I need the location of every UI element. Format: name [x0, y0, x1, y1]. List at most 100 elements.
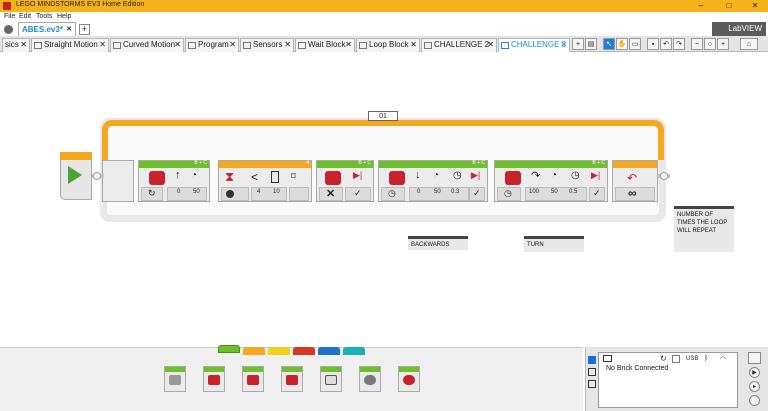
move-steering-block-backwards[interactable]: B + C ↓ ◔ ◷ ▶| ◷ 0 50 0.3 ✓	[378, 160, 488, 202]
seconds-value[interactable]: 0.5	[569, 189, 577, 195]
zoom-out-icon[interactable]: −	[691, 38, 703, 50]
compare-type-value[interactable]: 4	[257, 189, 260, 195]
comment-tool-icon[interactable]: ▭	[629, 38, 641, 50]
mode-selector[interactable]: ◷	[381, 187, 405, 201]
project-close-icon[interactable]: ✕	[66, 23, 72, 36]
loop-mode-selector[interactable]: ∞	[615, 186, 655, 201]
tab-close-icon[interactable]: ✕	[560, 39, 567, 51]
tab-close-icon[interactable]: ✕	[410, 39, 417, 51]
wait-sensor-block[interactable]: 4 ⧗ < ⌑ 4 10	[218, 160, 312, 202]
refresh-icon[interactable]: ↻	[660, 354, 667, 363]
tab-close-icon[interactable]: ✕	[345, 39, 352, 51]
steering-value[interactable]: 0	[417, 189, 420, 195]
tab-sensors[interactable]: Sensors ✕	[240, 38, 294, 52]
palette-large-motor[interactable]	[203, 366, 225, 392]
lobby-home-icon[interactable]	[4, 25, 13, 34]
brick-info-tab-icon[interactable]	[588, 356, 596, 364]
project-properties-icon[interactable]: ▤	[585, 38, 597, 50]
tab-loop-block[interactable]: Loop Block ✕	[356, 38, 420, 52]
maximize-button[interactable]: □	[718, 0, 740, 12]
zoom-reset-icon[interactable]: ○	[704, 38, 716, 50]
move-steering-block-off[interactable]: B + C ▶| ✕ ✓	[316, 160, 374, 202]
menu-file[interactable]: File	[4, 13, 15, 20]
tab-close-icon[interactable]: ✕	[99, 39, 106, 51]
menu-edit[interactable]: Edit	[19, 13, 31, 20]
tab-straight-motion[interactable]: Straight Motion ✕	[31, 38, 109, 52]
palette-brick-status-light[interactable]	[398, 366, 420, 392]
tab-close-icon[interactable]: ✕	[229, 39, 236, 51]
comment-backwards[interactable]: BACKWARDS	[408, 236, 468, 250]
palette-display[interactable]	[320, 366, 342, 392]
select-tool-icon[interactable]: ↖	[603, 38, 615, 50]
loop-name[interactable]: 01	[368, 111, 398, 121]
tab-challenge-3[interactable]: CHALLENGE 3 ✕	[498, 38, 570, 52]
tab-curved-motion[interactable]: Curved Motion ✕	[110, 38, 184, 52]
undo-icon[interactable]: ↶	[660, 38, 672, 50]
sequence-plug[interactable]	[93, 172, 101, 180]
check-icon[interactable]: ✓	[473, 188, 481, 199]
run-selected-button[interactable]: ▸	[749, 381, 760, 392]
port-label[interactable]: B + C	[358, 160, 371, 166]
mode-selector[interactable]: ↻	[141, 187, 163, 201]
sequence-plug[interactable]	[660, 172, 668, 180]
project-tab[interactable]: ABES.ev3* ✕	[18, 22, 76, 36]
play-icon[interactable]	[68, 166, 82, 184]
palette-medium-motor[interactable]	[164, 366, 186, 392]
palette-move-tank[interactable]	[281, 366, 303, 392]
palette-tab-sensor[interactable]	[268, 347, 290, 355]
add-project-button[interactable]: +	[79, 24, 90, 35]
move-steering-block-turn[interactable]: B + C ↷ ◔ ◷ ▶| ◷ 100 50 0.5 ✓	[494, 160, 608, 202]
port-label[interactable]: B + C	[592, 160, 605, 166]
power-value[interactable]: 50	[434, 189, 441, 195]
move-steering-block-1[interactable]: B + C ↑ ◔ ↻ 0 50	[138, 160, 210, 202]
download-button[interactable]	[748, 352, 761, 364]
mode-selector[interactable]: ✕	[319, 187, 343, 201]
steering-value[interactable]: 100	[529, 189, 539, 195]
port-label[interactable]: B + C	[194, 160, 207, 166]
palette-tab-action[interactable]	[218, 345, 240, 353]
tab-close-icon[interactable]: ✕	[284, 39, 291, 51]
port-label[interactable]: 4	[306, 160, 309, 166]
steering-value[interactable]: 0	[177, 189, 180, 195]
minimize-button[interactable]: –	[690, 0, 712, 12]
loop-end[interactable]: ↶ ∞	[612, 160, 658, 202]
port-view-tab-icon[interactable]	[588, 368, 596, 376]
comment-turn[interactable]: TURN	[524, 236, 584, 252]
tab-sics[interactable]: sics ✕	[2, 38, 30, 52]
tab-wait-block[interactable]: Wait Block ✕	[295, 38, 355, 52]
brick-settings-icon[interactable]	[672, 355, 680, 363]
power-value[interactable]: 50	[193, 189, 200, 195]
mode-selector[interactable]: ◷	[497, 187, 521, 201]
power-value[interactable]: 50	[551, 189, 558, 195]
port-label[interactable]: B + C	[472, 160, 485, 166]
save-icon[interactable]: ▪	[647, 38, 659, 50]
tab-program[interactable]: Program ✕	[185, 38, 239, 52]
pan-tool-icon[interactable]: ✋	[616, 38, 628, 50]
stop-button[interactable]	[749, 395, 760, 406]
seconds-value[interactable]: 0.3	[451, 189, 459, 195]
palette-move-steering[interactable]	[242, 366, 264, 392]
available-bricks-tab-icon[interactable]	[588, 380, 596, 388]
palette-tab-data[interactable]	[293, 347, 315, 355]
palette-tab-flow[interactable]	[243, 347, 265, 355]
tab-challenge-2[interactable]: CHALLENGE 2 ✕	[421, 38, 497, 52]
threshold-value[interactable]: 10	[273, 189, 280, 195]
mode-selector[interactable]	[221, 187, 249, 201]
palette-tab-myblocks[interactable]	[343, 347, 365, 355]
add-program-button[interactable]: +	[572, 38, 584, 50]
menu-help[interactable]: Help	[57, 13, 71, 20]
tab-close-icon[interactable]: ✕	[174, 39, 181, 51]
comment-loop-note[interactable]: NUMBER OF TIMES THE LOOP WILL REPEAT	[674, 206, 734, 252]
close-window-button[interactable]: ✕	[744, 0, 766, 12]
tab-close-icon[interactable]: ✕	[487, 39, 494, 51]
content-editor-icon[interactable]: ⌂	[740, 38, 758, 50]
download-and-run-button[interactable]: ▶	[749, 367, 760, 378]
check-icon[interactable]: ✓	[593, 188, 601, 199]
tab-close-icon[interactable]: ✕	[20, 39, 27, 51]
palette-tab-advanced[interactable]	[318, 347, 340, 355]
menu-tools[interactable]: Tools	[36, 13, 52, 20]
check-icon[interactable]: ✓	[354, 188, 362, 199]
redo-icon[interactable]: ↷	[673, 38, 685, 50]
zoom-in-icon[interactable]: +	[717, 38, 729, 50]
palette-sound[interactable]	[359, 366, 381, 392]
